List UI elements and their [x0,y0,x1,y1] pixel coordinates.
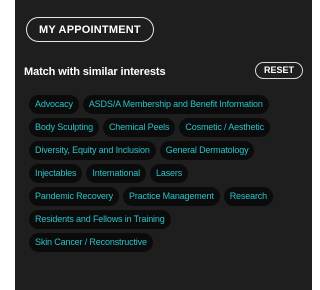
tag-research[interactable]: Research [223,187,274,206]
interests-panel: MY APPOINTMENT Match with similar intere… [15,0,312,290]
tag-pandemic-recovery[interactable]: Pandemic Recovery [29,187,119,206]
tag-skin-cancer[interactable]: Skin Cancer / Reconstructive [29,233,153,252]
tag-residents-fellows[interactable]: Residents and Fellows in Training [29,210,171,229]
tag-injectables[interactable]: Injectables [29,164,83,183]
tag-chemical-peels[interactable]: Chemical Peels [102,118,176,137]
tag-international[interactable]: International [86,164,146,183]
tag-cosmetic[interactable]: Cosmetic / Aesthetic [179,118,270,137]
tag-diversity[interactable]: Diversity, Equity and Inclusion [29,141,156,160]
reset-button[interactable]: RESET [254,62,303,79]
tag-row: Body Sculpting Chemical Peels Cosmetic /… [29,118,311,137]
tag-advocacy[interactable]: Advocacy [29,95,79,114]
tag-row: Injectables International Lasers [29,164,311,183]
tag-row: Advocacy ASDS/A Membership and Benefit I… [29,95,311,114]
tag-lasers[interactable]: Lasers [149,164,189,183]
tag-membership[interactable]: ASDS/A Membership and Benefit Informatio… [82,95,269,114]
tag-body-sculpting[interactable]: Body Sculpting [29,118,99,137]
interest-tag-list: Advocacy ASDS/A Membership and Benefit I… [29,95,311,256]
tag-row: Skin Cancer / Reconstructive [29,233,311,252]
tag-row: Diversity, Equity and Inclusion General … [29,141,311,160]
tag-general-dermatology[interactable]: General Dermatology [159,141,255,160]
tag-row: Residents and Fellows in Training [29,210,311,229]
section-title: Match with similar interests [24,66,166,78]
my-appointment-button[interactable]: MY APPOINTMENT [26,17,154,42]
tag-practice-management[interactable]: Practice Management [122,187,220,206]
tag-row: Pandemic Recovery Practice Management Re… [29,187,311,206]
